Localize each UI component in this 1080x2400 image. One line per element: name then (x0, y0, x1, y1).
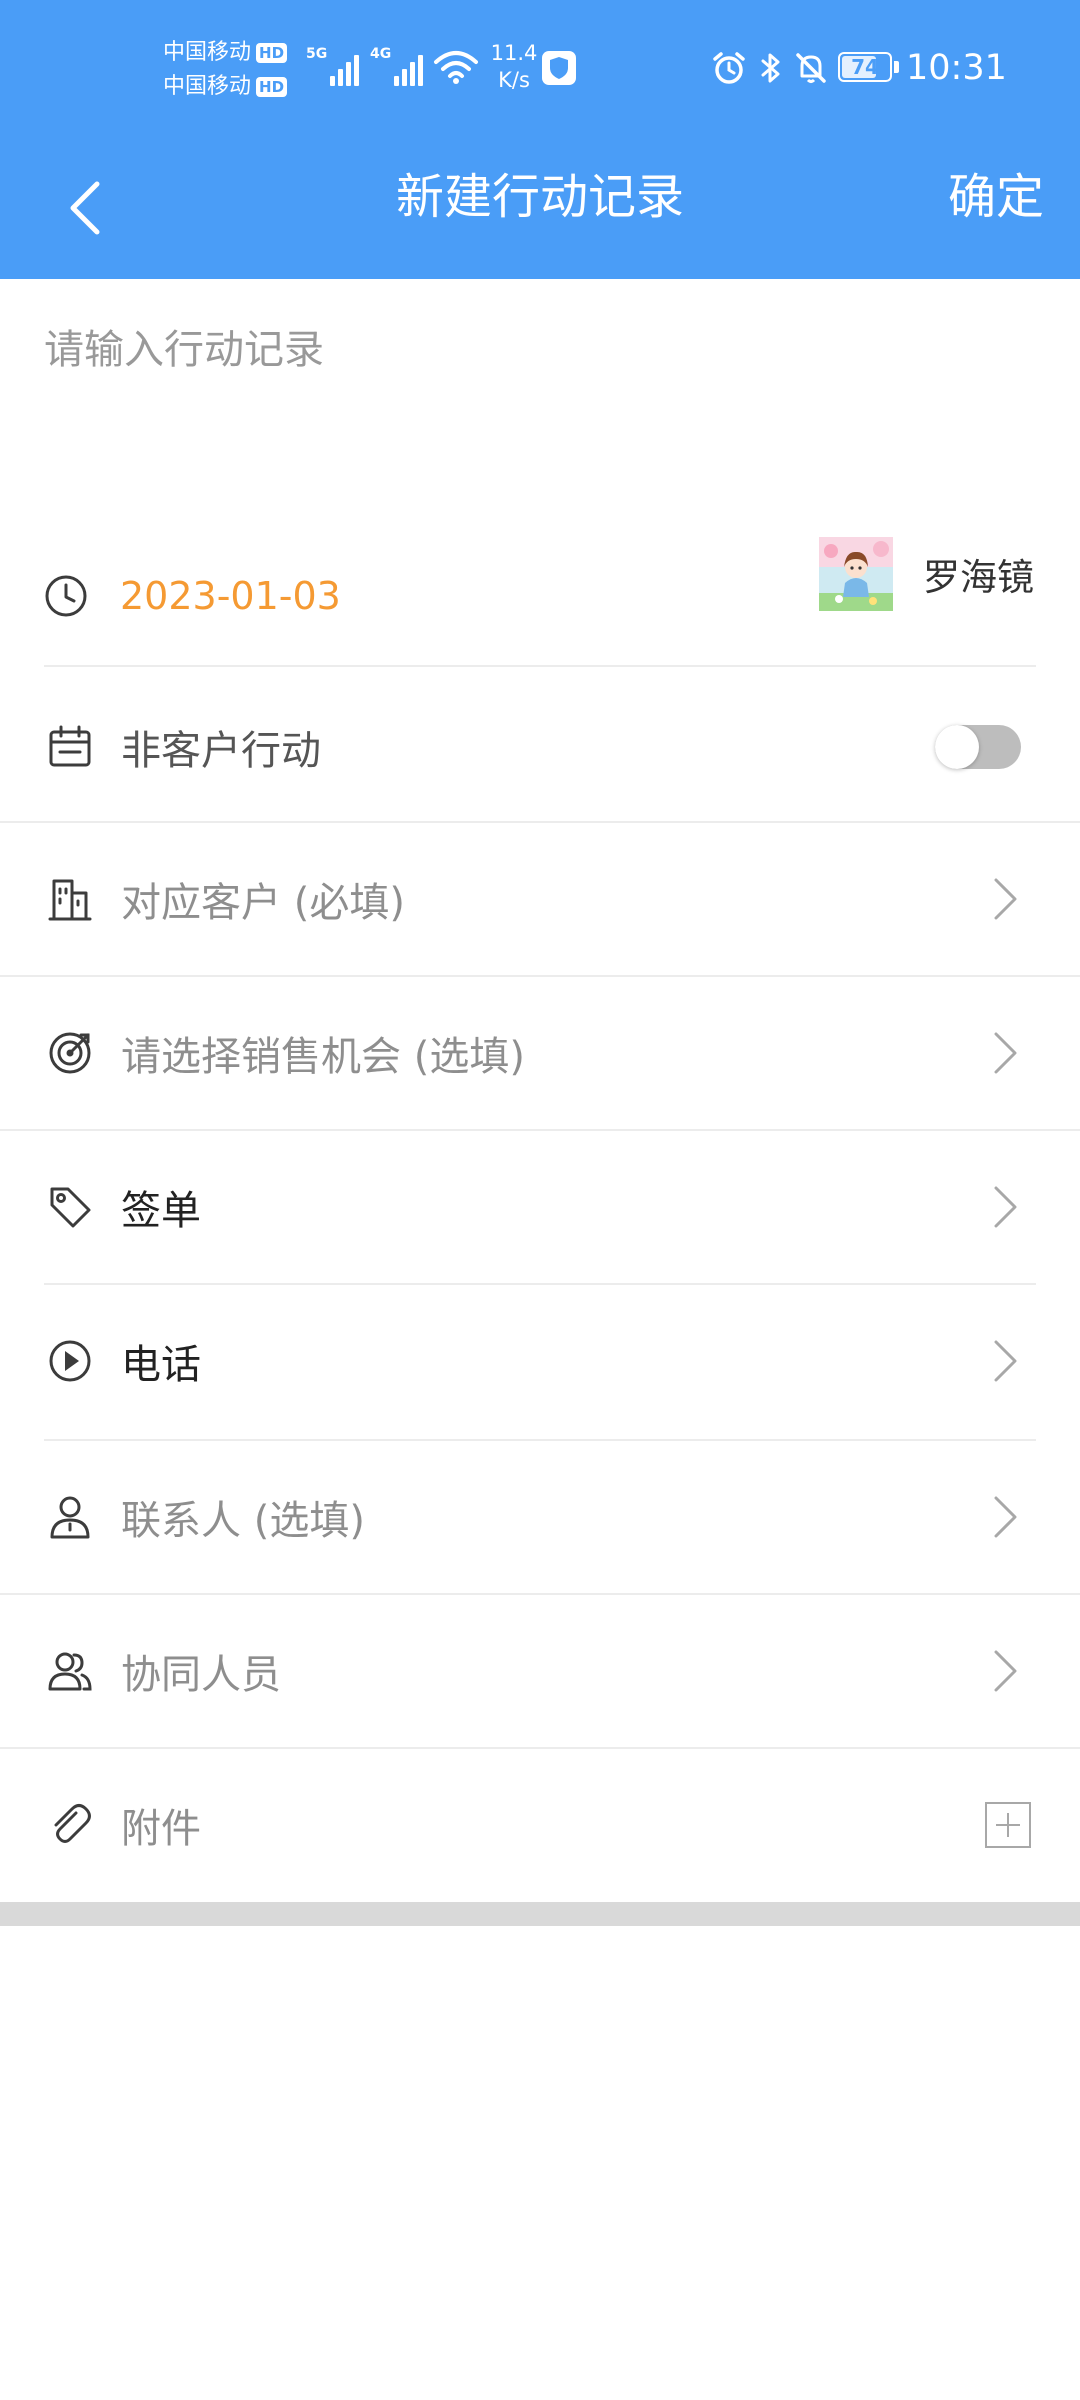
sales-opportunity-row[interactable]: 请选择销售机会 (选填) (0, 976, 1080, 1129)
row-label: 协同人员 (121, 1651, 281, 1698)
record-input[interactable] (44, 320, 1034, 500)
chevron-right-icon (994, 1496, 1017, 1537)
customer-row[interactable]: 对应客户 (必填) (0, 822, 1080, 975)
avatar-image (819, 537, 893, 611)
paperclip-icon (54, 1803, 91, 1843)
chevron-right-icon (994, 1650, 1017, 1691)
tag-icon (50, 1187, 91, 1227)
hd-badge: HD (256, 77, 288, 97)
phone-row[interactable]: 电话 (0, 1284, 1080, 1437)
wifi-icon (434, 51, 478, 84)
toggle-knob (935, 724, 979, 769)
row-label: 非客户行动 (121, 727, 321, 774)
status-bar: 中国移动 HD 中国移动 HD 5G 4G 11.4 K/s 74 10:31 (0, 0, 1080, 135)
bluetooth-icon (761, 53, 780, 83)
signal-4g-icon: 4G (370, 46, 426, 86)
alarm-icon (713, 52, 745, 84)
add-attachment-button[interactable] (984, 1801, 1032, 1849)
avatar (819, 537, 893, 611)
hd-badge: HD (256, 43, 288, 63)
collaborators-row[interactable]: 协同人员 (0, 1594, 1080, 1747)
owner-name: 罗海镜 (923, 556, 1034, 599)
chevron-right-icon (994, 878, 1017, 919)
confirm-button[interactable]: 确定 (948, 135, 1044, 255)
chevron-right-icon (994, 1186, 1017, 1227)
plus-icon (996, 1812, 1020, 1837)
status-time: 10:31 (906, 48, 1007, 88)
shield-icon (542, 51, 576, 85)
carrier-2-label: 中国移动 (163, 74, 252, 99)
owner-info[interactable]: 罗海镜 (819, 537, 1034, 611)
page-title: 新建行动记录 (395, 169, 684, 225)
person-icon (50, 1496, 90, 1538)
battery-level: 74 (851, 55, 879, 79)
row-label: 联系人 (选填) (121, 1497, 365, 1544)
row-label: 电话 (121, 1341, 201, 1388)
row-label: 对应客户 (必填) (121, 879, 405, 926)
signal-5g-icon: 5G (306, 46, 362, 86)
calendar-icon (49, 725, 91, 766)
target-icon (49, 1032, 91, 1073)
non-customer-toggle[interactable] (935, 724, 1021, 769)
battery-icon: 74 (838, 52, 900, 84)
divider (44, 665, 1036, 667)
play-circle-icon (49, 1340, 91, 1381)
contact-row[interactable]: 联系人 (选填) (0, 1440, 1080, 1593)
row-label: 签单 (121, 1187, 201, 1234)
net-speed-value: 11.4 (490, 41, 538, 65)
section-divider-band (0, 1902, 1080, 1926)
bell-off-icon (796, 53, 826, 83)
attachment-row: 附件 (0, 1748, 1080, 1901)
signal-generation-label: 4G (370, 46, 392, 62)
row-label: 附件 (121, 1805, 201, 1852)
row-label: 请选择销售机会 (选填) (121, 1033, 525, 1080)
back-button[interactable] (40, 163, 130, 253)
clock-icon (45, 575, 87, 617)
sign-order-row[interactable]: 签单 (0, 1130, 1080, 1283)
people-icon (48, 1652, 92, 1690)
building-icon (48, 879, 92, 920)
signal-generation-label: 5G (306, 46, 328, 62)
date-field[interactable]: 2023-01-03 (44, 560, 341, 632)
app-header: 中国移动 HD 中国移动 HD 5G 4G 11.4 K/s 74 10:31 … (0, 0, 1080, 279)
carrier-1-label: 中国移动 (163, 40, 252, 65)
navigation-bar: 新建行动记录 确定 (0, 135, 1080, 279)
chevron-right-icon (994, 1340, 1017, 1381)
carrier-info: 中国移动 HD 中国移动 HD (163, 36, 303, 104)
chevron-left-icon (70, 181, 100, 235)
net-speed-unit: K/s (498, 68, 530, 92)
network-speed: 11.4 K/s (484, 40, 544, 94)
chevron-right-icon (994, 1032, 1017, 1073)
non-customer-action-row: 非客户行动 (0, 670, 1080, 823)
date-value: 2023-01-03 (120, 574, 341, 618)
